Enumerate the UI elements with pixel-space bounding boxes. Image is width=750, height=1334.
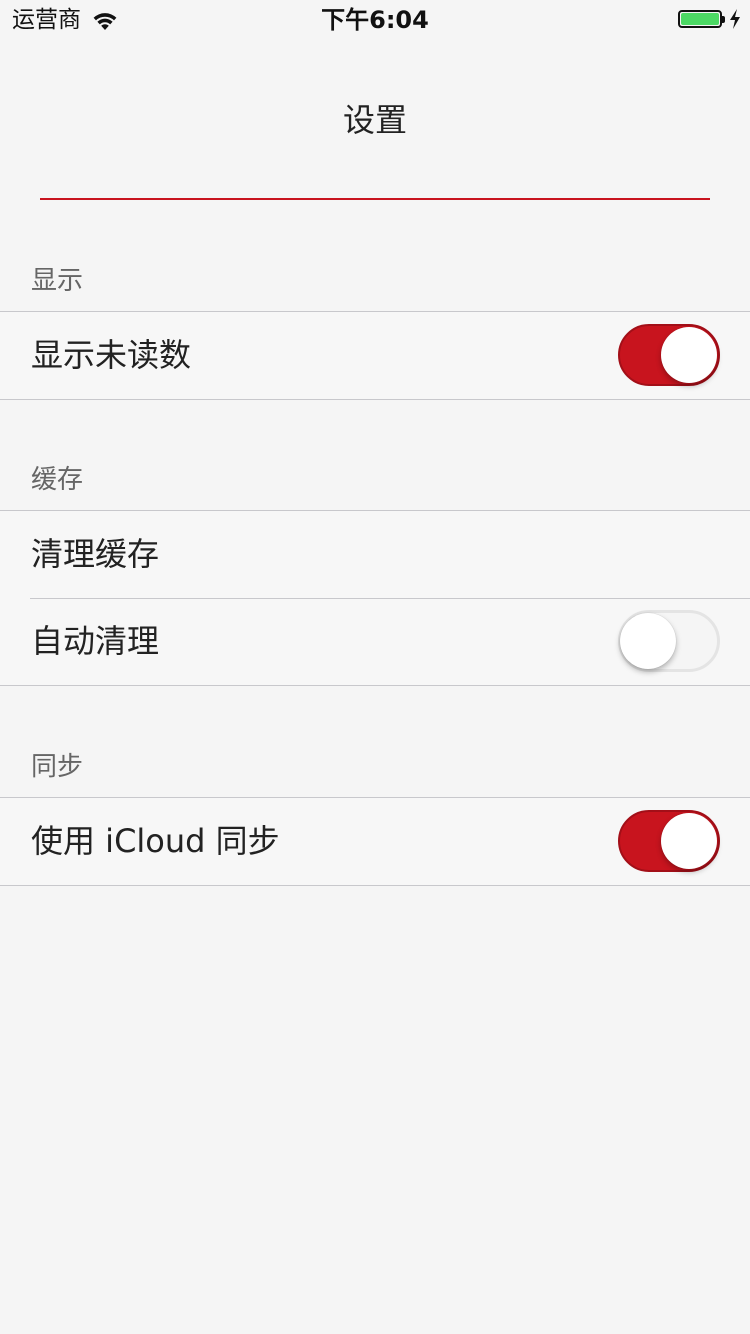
icloud-sync-toggle[interactable] [618, 810, 720, 872]
setting-label-icloud-sync: 使用 iCloud 同步 [31, 822, 280, 860]
battery-fill [681, 13, 719, 25]
status-time: 下午6:04 [321, 6, 429, 34]
setting-label-auto-clean: 自动清理 [31, 622, 160, 660]
setting-label-clear-cache: 清理缓存 [31, 535, 160, 573]
page-title: 设置 [342, 101, 407, 139]
section-header-display: 显示 [31, 266, 84, 296]
setting-label-show-unread: 显示未读数 [31, 336, 192, 374]
setting-row-show-unread: 显示未读数 [0, 312, 750, 399]
battery-icon [678, 10, 725, 28]
settings-group-display: 显示未读数 [0, 311, 750, 400]
charging-bolt-icon [728, 8, 742, 30]
section-header-sync: 同步 [31, 752, 84, 782]
toggle-knob [661, 813, 717, 869]
section-header-cache: 缓存 [31, 465, 84, 495]
title-underline [40, 198, 710, 200]
settings-group-cache: 清理缓存 自动清理 [0, 510, 750, 686]
setting-row-clear-cache[interactable]: 清理缓存 [0, 511, 750, 598]
status-right [678, 8, 742, 30]
toggle-knob [620, 613, 676, 669]
auto-clean-toggle[interactable] [618, 610, 720, 672]
setting-row-auto-clean: 自动清理 [0, 598, 750, 685]
status-bar: 运营商 下午6:04 [0, 0, 750, 40]
settings-group-sync: 使用 iCloud 同步 [0, 797, 750, 886]
show-unread-toggle[interactable] [618, 324, 720, 386]
setting-row-icloud-sync: 使用 iCloud 同步 [0, 798, 750, 885]
toggle-knob [661, 327, 717, 383]
